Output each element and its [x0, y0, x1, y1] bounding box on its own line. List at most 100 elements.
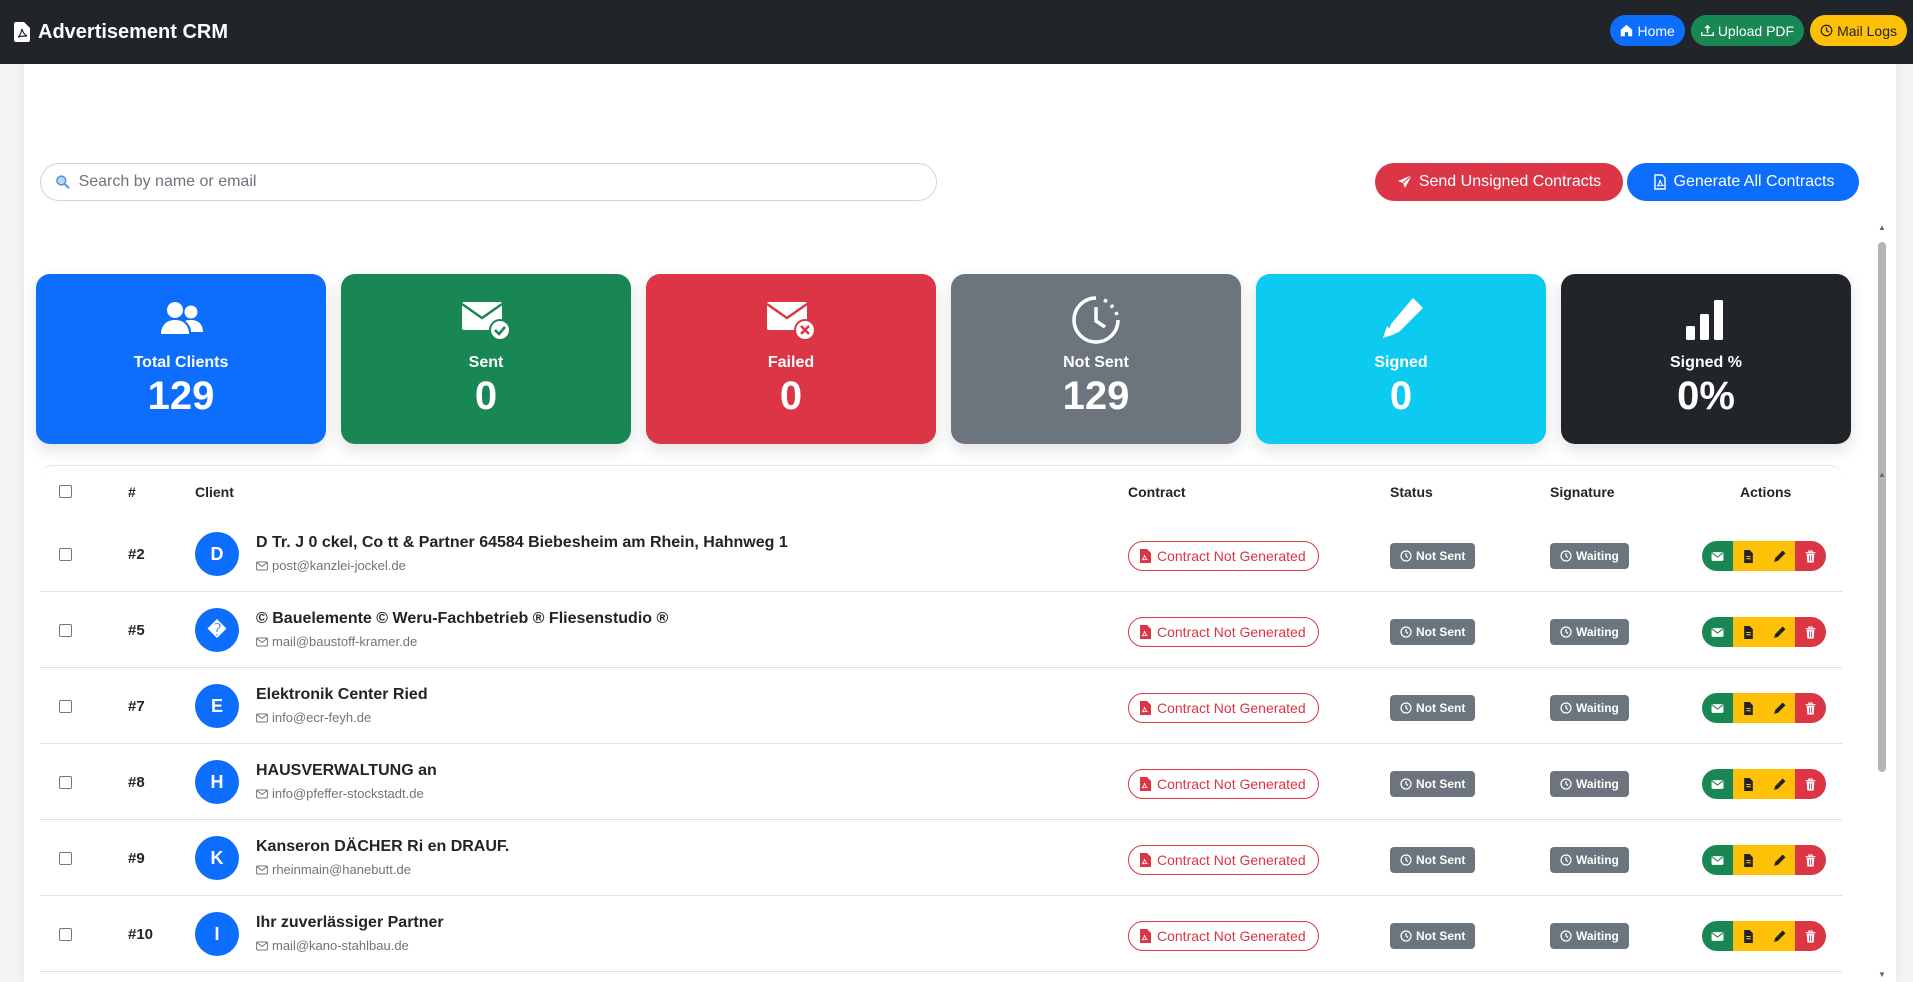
edit-client-button[interactable] [1764, 845, 1795, 875]
edit-client-button[interactable] [1764, 617, 1795, 647]
trash-icon [1805, 853, 1816, 866]
search-box[interactable] [40, 163, 937, 201]
client-name: Ihr zuverlässiger Partner [256, 914, 444, 931]
generate-contract-button[interactable] [1733, 693, 1764, 723]
file-icon [1744, 701, 1753, 715]
table-scrollbar[interactable]: ▲ ▼ [1876, 469, 1888, 979]
client-email-text: mail@baustoff-kramer.de [272, 634, 418, 649]
scroll-down-arrow[interactable]: ▼ [1876, 969, 1888, 979]
file-icon [1744, 929, 1753, 943]
row-checkbox[interactable] [59, 776, 72, 789]
send-mail-button[interactable] [1702, 541, 1733, 571]
stat-value: 0% [1677, 374, 1735, 418]
avatar: D [195, 532, 239, 576]
contract-status-badge: Contract Not Generated [1128, 921, 1319, 951]
generate-contract-button[interactable] [1733, 769, 1764, 799]
delete-client-button[interactable] [1795, 617, 1826, 647]
file-icon [1744, 777, 1753, 791]
envelope-icon [256, 713, 268, 722]
row-actions [1702, 693, 1826, 723]
row-checkbox[interactable] [59, 548, 72, 561]
send-mail-button[interactable] [1702, 617, 1733, 647]
home-label: Home [1637, 22, 1675, 39]
trash-icon [1805, 777, 1816, 790]
mail-logs-button[interactable]: Mail Logs [1810, 15, 1907, 46]
pencil-icon [1774, 930, 1786, 942]
file-pdf-icon [1140, 625, 1151, 639]
header-client: Client [195, 484, 234, 500]
stat-card-not-sent: Not Sent 129 [951, 274, 1241, 444]
send-mail-button[interactable] [1702, 921, 1733, 951]
file-pdf-icon [1140, 701, 1151, 715]
delete-client-button[interactable] [1795, 693, 1826, 723]
delete-client-button[interactable] [1795, 769, 1826, 799]
clock-icon [1560, 930, 1572, 942]
clock-icon [1400, 626, 1412, 638]
send-mail-button[interactable] [1702, 769, 1733, 799]
stat-label: Signed [1374, 354, 1428, 371]
scroll-up-arrow[interactable]: ▲ [1876, 469, 1888, 479]
stat-label: Sent [468, 354, 504, 371]
status-badge: Not Sent [1390, 923, 1476, 949]
stat-card-total-clients: Total Clients 129 [36, 274, 326, 444]
upload-pdf-button[interactable]: Upload PDF [1690, 15, 1805, 46]
row-checkbox[interactable] [59, 852, 72, 865]
envelope-icon [256, 789, 268, 798]
pencil-icon [1774, 626, 1786, 638]
clock-icon [1400, 550, 1412, 562]
signature-badge: Waiting [1550, 847, 1629, 873]
header-status: Status [1390, 484, 1433, 500]
row-actions [1702, 617, 1826, 647]
send-unsigned-contracts-button[interactable]: Send Unsigned Contracts [1375, 163, 1623, 201]
envelope-icon [256, 865, 268, 874]
generate-contract-button[interactable] [1733, 845, 1764, 875]
pencil-icon [1774, 778, 1786, 790]
search-input[interactable] [78, 173, 922, 191]
row-checkbox[interactable] [59, 624, 72, 637]
generate-all-contracts-button[interactable]: Generate All Contracts [1627, 163, 1859, 201]
avatar: K [195, 836, 239, 880]
generate-contract-button[interactable] [1733, 617, 1764, 647]
client-email: info@pfeffer-stockstadt.de [256, 786, 424, 801]
table-row: #2 D D Tr. J 0 ckel, Co tt & Partner 645… [40, 516, 1842, 592]
scroll-up-arrow[interactable]: ▲ [1876, 222, 1888, 232]
stat-label: Failed [767, 354, 815, 371]
edit-client-button[interactable] [1764, 541, 1795, 571]
contract-status-text: Contract Not Generated [1157, 776, 1306, 792]
delete-client-button[interactable] [1795, 845, 1826, 875]
search-icon [56, 175, 70, 190]
row-checkbox[interactable] [59, 928, 72, 941]
row-checkbox[interactable] [59, 700, 72, 713]
stat-value: 129 [147, 374, 215, 418]
edit-client-button[interactable] [1764, 769, 1795, 799]
pencil-icon [1774, 550, 1786, 562]
home-button[interactable]: Home [1610, 15, 1685, 46]
brand-title: Advertisement CRM [38, 20, 229, 43]
edit-client-button[interactable] [1764, 921, 1795, 951]
clock-icon [1400, 854, 1412, 866]
select-all-checkbox[interactable] [59, 485, 72, 498]
send-unsigned-label: Send Unsigned Contracts [1418, 173, 1602, 190]
stat-value: 129 [1062, 374, 1130, 418]
edit-client-button[interactable] [1764, 693, 1795, 723]
client-name: HAUSVERWALTUNG an [256, 762, 437, 779]
send-mail-button[interactable] [1702, 845, 1733, 875]
status-text: Not Sent [1416, 929, 1466, 943]
stat-label: Not Sent [1063, 354, 1129, 371]
signature-text: Waiting [1576, 701, 1619, 715]
header-signature: Signature [1550, 484, 1615, 500]
brand[interactable]: Advertisement CRM [14, 21, 228, 44]
delete-client-button[interactable] [1795, 541, 1826, 571]
generate-contract-button[interactable] [1733, 541, 1764, 571]
clock-icon [1560, 778, 1572, 790]
signature-badge: Waiting [1550, 619, 1629, 645]
trash-icon [1805, 625, 1816, 638]
header-actions: Actions [1740, 484, 1792, 500]
file-icon [1744, 625, 1753, 639]
generate-contract-button[interactable] [1733, 921, 1764, 951]
send-mail-button[interactable] [1702, 693, 1733, 723]
signature-text: Waiting [1576, 853, 1619, 867]
house-icon [1621, 24, 1633, 37]
delete-client-button[interactable] [1795, 921, 1826, 951]
scroll-thumb[interactable] [1878, 484, 1886, 539]
